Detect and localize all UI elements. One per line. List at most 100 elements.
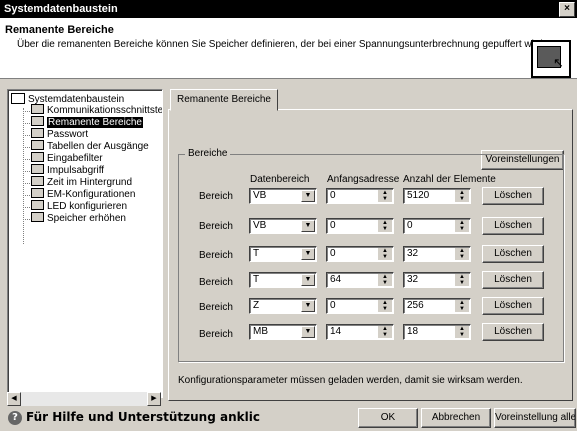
tab-remanente-bereiche[interactable]: Remanente Bereiche bbox=[170, 89, 278, 111]
spinner-icon[interactable]: ▲ ▼ bbox=[378, 190, 392, 202]
close-button[interactable]: × bbox=[559, 2, 575, 17]
start-value: 0 bbox=[330, 190, 336, 201]
scroll-left-icon[interactable]: ◀ bbox=[7, 392, 21, 406]
tree-item-impulsabgriff[interactable]: Impulsabgriff bbox=[31, 164, 104, 177]
start-address-spinner[interactable]: 0 ▲ ▼ bbox=[326, 188, 394, 204]
tree-horizontal-scrollbar[interactable]: ◀ ▶ bbox=[7, 392, 161, 406]
node-icon bbox=[31, 176, 44, 187]
delete-button[interactable]: Löschen bbox=[482, 297, 544, 315]
node-icon bbox=[31, 116, 44, 127]
chevron-down-icon[interactable]: ▼ bbox=[301, 190, 315, 202]
spinner-icon[interactable]: ▲ ▼ bbox=[455, 190, 469, 202]
help-text: Für Hilfe und Unterstützung anklic bbox=[26, 410, 260, 424]
area-value: MB bbox=[253, 326, 268, 337]
area-value: T bbox=[253, 274, 260, 285]
row-label: Bereich bbox=[199, 302, 233, 313]
tree-item-remanente-bereiche[interactable]: Remanente Bereiche bbox=[31, 116, 143, 129]
row-label: Bereich bbox=[199, 191, 233, 202]
areas-group-label: Bereiche bbox=[185, 148, 231, 159]
restore-all-defaults-button[interactable]: Voreinstellung alle bbox=[494, 408, 576, 428]
header-title: Remanente Bereiche bbox=[5, 24, 114, 36]
config-note: Konfigurationsparameter müssen geladen w… bbox=[178, 375, 523, 386]
element-count-spinner[interactable]: 32 ▲ ▼ bbox=[403, 246, 471, 262]
tree-item-label: Remanente Bereiche bbox=[47, 117, 143, 128]
area-select[interactable]: Z ▼ bbox=[249, 298, 317, 314]
area-value: VB bbox=[253, 220, 267, 231]
tree-item-label: Eingabefilter bbox=[47, 153, 103, 164]
chevron-down-icon[interactable]: ▼ bbox=[301, 274, 315, 286]
area-select[interactable]: T ▼ bbox=[249, 246, 317, 262]
node-icon bbox=[31, 128, 44, 139]
chevron-down-icon[interactable]: ▼ bbox=[301, 220, 315, 232]
element-count-spinner[interactable]: 0 ▲ ▼ bbox=[403, 218, 471, 234]
start-value: 64 bbox=[330, 274, 342, 285]
spinner-icon[interactable]: ▲ ▼ bbox=[378, 248, 392, 260]
start-value: 0 bbox=[330, 220, 336, 231]
tree-item-speicher[interactable]: Speicher erhöhen bbox=[31, 212, 126, 225]
column-header-anzahl: Anzahl der Elemente bbox=[403, 174, 496, 185]
area-select[interactable]: VB ▼ bbox=[249, 188, 317, 204]
tree-item-label: LED konfigurieren bbox=[47, 201, 128, 212]
area-select[interactable]: MB ▼ bbox=[249, 324, 317, 340]
navigation-tree[interactable]: Systemdatenbaustein Kommunikationsschnit… bbox=[7, 89, 163, 398]
tree-item-led[interactable]: LED konfigurieren bbox=[31, 200, 128, 213]
spinner-icon[interactable]: ▲ ▼ bbox=[378, 220, 392, 232]
tree-item-kommunikation[interactable]: Kommunikationsschnittstell bbox=[31, 104, 162, 117]
count-value: 0 bbox=[407, 220, 413, 231]
count-value: 5120 bbox=[407, 190, 430, 201]
spinner-icon[interactable]: ▲ ▼ bbox=[378, 326, 392, 338]
ok-button[interactable]: OK bbox=[358, 408, 418, 428]
delete-button[interactable]: Löschen bbox=[482, 187, 544, 205]
tree-item-zeit[interactable]: Zeit im Hintergrund bbox=[31, 176, 132, 189]
spinner-icon[interactable]: ▲ ▼ bbox=[455, 300, 469, 312]
start-address-spinner[interactable]: 0 ▲ ▼ bbox=[326, 218, 394, 234]
tree-item-label: Tabellen der Ausgänge bbox=[47, 141, 149, 152]
node-icon bbox=[31, 104, 44, 115]
chevron-down-icon[interactable]: ▼ bbox=[301, 248, 315, 260]
spinner-icon[interactable]: ▲ ▼ bbox=[378, 300, 392, 312]
element-count-spinner[interactable]: 32 ▲ ▼ bbox=[403, 272, 471, 288]
node-icon bbox=[31, 212, 44, 223]
spinner-icon[interactable]: ▲ ▼ bbox=[455, 274, 469, 286]
spinner-icon[interactable]: ▲ ▼ bbox=[378, 274, 392, 286]
start-address-spinner[interactable]: 0 ▲ ▼ bbox=[326, 298, 394, 314]
area-value: VB bbox=[253, 190, 267, 201]
tree-item-tabellen[interactable]: Tabellen der Ausgänge bbox=[31, 140, 149, 153]
header-description: Über die remanenten Bereiche können Sie … bbox=[17, 39, 546, 50]
count-value: 256 bbox=[407, 300, 424, 311]
element-count-spinner[interactable]: 18 ▲ ▼ bbox=[403, 324, 471, 340]
delete-button[interactable]: Löschen bbox=[482, 323, 544, 341]
chevron-down-icon[interactable]: ▼ bbox=[301, 300, 315, 312]
tree-item-label: EM-Konfigurationen bbox=[47, 189, 136, 200]
delete-button[interactable]: Löschen bbox=[482, 217, 544, 235]
start-address-spinner[interactable]: 64 ▲ ▼ bbox=[326, 272, 394, 288]
cancel-button[interactable]: Abbrechen bbox=[421, 408, 491, 428]
start-address-spinner[interactable]: 0 ▲ ▼ bbox=[326, 246, 394, 262]
chevron-down-icon[interactable]: ▼ bbox=[301, 326, 315, 338]
spinner-icon[interactable]: ▲ ▼ bbox=[455, 220, 469, 232]
spinner-icon[interactable]: ▲ ▼ bbox=[455, 326, 469, 338]
delete-button[interactable]: Löschen bbox=[482, 245, 544, 263]
area-select[interactable]: T ▼ bbox=[249, 272, 317, 288]
count-value: 32 bbox=[407, 248, 419, 259]
delete-button[interactable]: Löschen bbox=[482, 271, 544, 289]
tree-item-em-konfigurationen[interactable]: EM-Konfigurationen bbox=[31, 188, 136, 201]
spinner-icon[interactable]: ▲ ▼ bbox=[455, 248, 469, 260]
help-link[interactable]: ? Für Hilfe und Unterstützung anklic bbox=[8, 410, 260, 425]
count-value: 32 bbox=[407, 274, 419, 285]
row-label: Bereich bbox=[199, 250, 233, 261]
tree-item-eingabefilter[interactable]: Eingabefilter bbox=[31, 152, 103, 165]
scroll-right-icon[interactable]: ▶ bbox=[147, 392, 161, 406]
count-value: 18 bbox=[407, 326, 419, 337]
area-select[interactable]: VB ▼ bbox=[249, 218, 317, 234]
area-value: T bbox=[253, 248, 260, 259]
element-count-spinner[interactable]: 5120 ▲ ▼ bbox=[403, 188, 471, 204]
node-icon bbox=[31, 152, 44, 163]
column-header-datenbereich: Datenbereich bbox=[250, 174, 310, 185]
element-count-spinner[interactable]: 256 ▲ ▼ bbox=[403, 298, 471, 314]
start-address-spinner[interactable]: 14 ▲ ▼ bbox=[326, 324, 394, 340]
header-panel: Remanente Bereiche Über die remanenten B… bbox=[0, 18, 577, 79]
tree-item-label: Passwort bbox=[47, 129, 89, 140]
tree-item-passwort[interactable]: Passwort bbox=[31, 128, 89, 141]
title-bar: Systemdatenbaustein × bbox=[0, 0, 577, 18]
